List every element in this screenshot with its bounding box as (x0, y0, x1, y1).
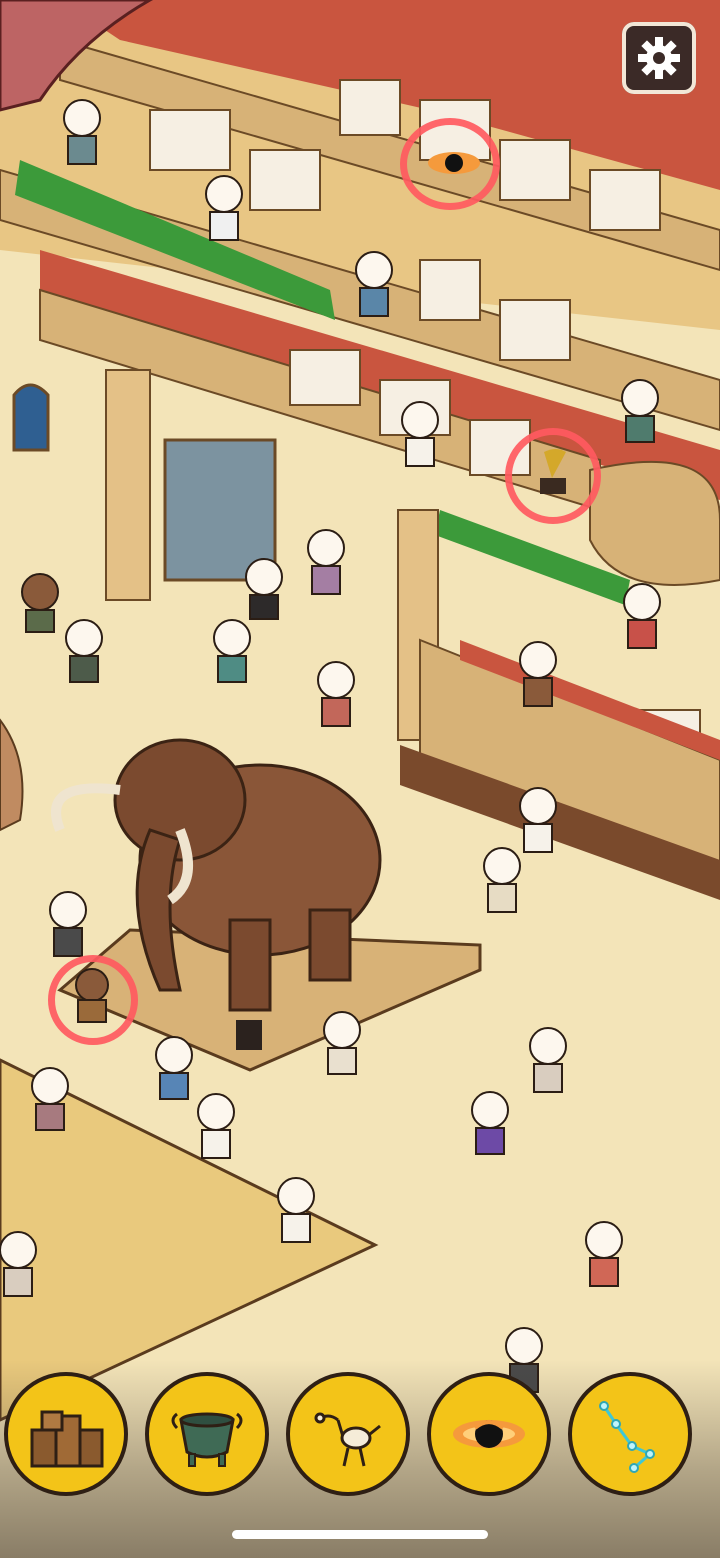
constellation-icon (599, 1401, 655, 1473)
museum-scene[interactable] (0, 0, 720, 1558)
cauldron-icon (171, 1412, 243, 1467)
target-slot-bird-skeleton[interactable] (286, 1372, 410, 1496)
target-slot-cauldron[interactable] (145, 1372, 269, 1496)
settings-button[interactable] (622, 22, 696, 94)
target-slot-crates[interactable] (4, 1372, 128, 1496)
found-marker-black-hole (400, 118, 500, 210)
crates-icon (30, 1410, 104, 1468)
target-slot-black-hole[interactable] (427, 1372, 551, 1496)
target-slot-constellation[interactable] (568, 1372, 692, 1496)
bird-skeleton-icon (314, 1412, 381, 1467)
found-marker-caveman (48, 955, 138, 1045)
gear-icon (638, 37, 680, 79)
black-hole-icon (453, 1420, 525, 1448)
home-indicator[interactable] (232, 1530, 488, 1539)
found-marker-gramophone (505, 428, 601, 524)
